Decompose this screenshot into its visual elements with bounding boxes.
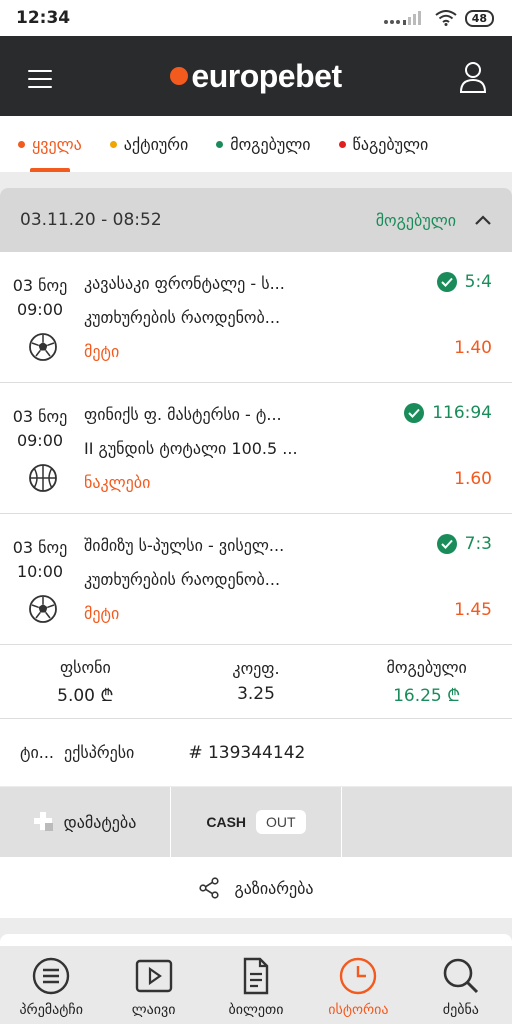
tab-active-label: აქტიური bbox=[123, 134, 189, 154]
tab-all-label: ყველა bbox=[32, 134, 82, 154]
share-button[interactable]: გაზიარება bbox=[0, 857, 512, 918]
nav-history[interactable]: ისტორია bbox=[307, 946, 409, 1024]
coef-label: კოეფ. bbox=[232, 659, 280, 678]
wifi-icon bbox=[435, 10, 457, 26]
event-odds: 1.45 bbox=[454, 600, 492, 620]
logo-dot-icon bbox=[170, 67, 189, 85]
event-market: კუთხურების რაოდენობ... bbox=[84, 570, 281, 589]
clock-icon bbox=[340, 957, 377, 995]
win-label: მოგებული bbox=[386, 657, 467, 677]
user-profile-icon[interactable] bbox=[458, 60, 488, 94]
check-circle-icon bbox=[436, 272, 457, 292]
play-icon bbox=[135, 959, 172, 993]
basketball-icon bbox=[29, 464, 57, 492]
add-button[interactable]: დამატება bbox=[0, 787, 171, 857]
status-time: 12:34 bbox=[16, 8, 71, 28]
search-icon bbox=[443, 958, 478, 994]
brand-logo[interactable]: europebet bbox=[170, 57, 342, 95]
nav-history-label: ისტორია bbox=[328, 1002, 389, 1018]
ticket-number: # 139344142 bbox=[188, 742, 306, 763]
event-day: 03 ნოე bbox=[12, 407, 68, 426]
battery-indicator: 48 bbox=[464, 9, 494, 27]
event-time: 09:00 bbox=[16, 431, 64, 450]
ticket-header[interactable]: 03.11.20 - 08:52 მოგებული bbox=[0, 188, 512, 252]
nav-search[interactable]: ძებნა bbox=[410, 946, 512, 1024]
bet-event-row[interactable]: 03 ნოე 10:00 შიმიზუ ს-პულსი - ვისელ... კ… bbox=[0, 514, 512, 645]
cash-label: CASH bbox=[206, 814, 247, 830]
list-icon bbox=[33, 957, 70, 995]
event-odds: 1.40 bbox=[454, 338, 492, 358]
ticket-filter-tabs: ყველა აქტიური მოგებული წაგებული bbox=[0, 116, 512, 172]
football-icon bbox=[29, 333, 57, 361]
stake-value: 5.00 ₾ bbox=[57, 685, 114, 706]
event-name: ფინიქს ფ. მასტერსი - ტ... bbox=[84, 405, 282, 424]
nav-live[interactable]: ლაივი bbox=[102, 946, 204, 1024]
tab-active[interactable]: აქტიური bbox=[109, 116, 189, 172]
event-time: 09:00 bbox=[16, 300, 64, 319]
nav-ticket[interactable]: ბილეთი bbox=[205, 946, 307, 1024]
tab-lost-dot-icon bbox=[338, 140, 346, 148]
stake-label: ფსონი bbox=[59, 657, 111, 677]
share-icon bbox=[199, 877, 220, 899]
event-odds: 1.60 bbox=[454, 469, 492, 489]
coef-value: 3.25 bbox=[237, 684, 275, 704]
share-label: გაზიარება bbox=[234, 878, 314, 898]
ticket-summary: ფსონი 5.00 ₾ კოეფ. 3.25 მოგებული 16.25 ₾ bbox=[0, 645, 512, 719]
event-score: 7:3 bbox=[464, 534, 492, 554]
event-name: შიმიზუ ს-პულსი - ვისელ... bbox=[84, 536, 285, 555]
chevron-up-icon[interactable] bbox=[474, 214, 492, 226]
out-label: OUT bbox=[256, 810, 306, 834]
ticket-actions: დამატება CASH OUT bbox=[0, 787, 512, 857]
ticket-status: მოგებული bbox=[375, 210, 456, 230]
tab-active-dot-icon bbox=[109, 140, 117, 148]
empty-action-slot bbox=[342, 787, 512, 857]
ticket-type-value: ექსპრესი bbox=[64, 743, 135, 762]
event-score: 116:94 bbox=[432, 403, 492, 423]
event-score: 5:4 bbox=[464, 272, 492, 292]
check-circle-icon bbox=[404, 403, 425, 423]
ticket-meta: ტი... ექსპრესი # 139344142 bbox=[0, 719, 512, 787]
nav-search-label: ძებნა bbox=[442, 1002, 479, 1018]
ticket-type-label: ტი... bbox=[20, 743, 55, 762]
nav-ticket-label: ბილეთი bbox=[228, 1002, 284, 1018]
event-time: 10:00 bbox=[16, 562, 64, 581]
app-header: europebet bbox=[0, 36, 512, 116]
ticket-date: 03.11.20 - 08:52 bbox=[20, 210, 162, 230]
signal-icon bbox=[383, 11, 421, 25]
check-circle-icon bbox=[436, 534, 457, 554]
hamburger-menu-icon[interactable] bbox=[28, 70, 52, 88]
event-pick: მეტი bbox=[84, 604, 120, 623]
add-button-label: დამატება bbox=[63, 812, 137, 832]
football-icon bbox=[29, 595, 57, 623]
status-bar: 12:34 48 bbox=[0, 0, 512, 36]
event-day: 03 ნოე bbox=[12, 276, 68, 295]
event-name: კავასაკი ფრონტალე - ს... bbox=[84, 274, 285, 293]
bet-ticket-card: 03.11.20 - 08:52 მოგებული 03 ნოე 09:00 კ… bbox=[0, 188, 512, 918]
event-market: კუთხურების რაოდენობ... bbox=[84, 308, 281, 327]
nav-prematch-label: პრემატჩი bbox=[19, 1002, 83, 1018]
add-plus-icon bbox=[33, 812, 53, 831]
event-day: 03 ნოე bbox=[12, 538, 68, 557]
event-market: II გუნდის ტოტალი 100.5 ... bbox=[84, 439, 298, 458]
nav-live-label: ლაივი bbox=[131, 1002, 176, 1018]
win-value: 16.25 ₾ bbox=[393, 685, 461, 706]
tab-won-dot-icon bbox=[216, 140, 224, 148]
tab-lost[interactable]: წაგებული bbox=[338, 116, 429, 172]
cash-out-button[interactable]: CASH OUT bbox=[171, 787, 342, 857]
event-pick: მეტი bbox=[84, 342, 120, 361]
tab-all[interactable]: ყველა bbox=[18, 116, 82, 172]
tab-lost-label: წაგებული bbox=[352, 134, 429, 154]
bottom-navigation: პრემატჩი ლაივი ბილეთი ისტორია ძებნა bbox=[0, 946, 512, 1024]
bet-event-row[interactable]: 03 ნოე 09:00 ფინიქს ფ. მასტერსი - ტ... I… bbox=[0, 383, 512, 514]
event-pick: ნაკლები bbox=[84, 473, 151, 492]
nav-prematch[interactable]: პრემატჩი bbox=[0, 946, 102, 1024]
ticket-icon bbox=[243, 957, 269, 995]
tab-won[interactable]: მოგებული bbox=[216, 116, 311, 172]
bet-event-row[interactable]: 03 ნოე 09:00 კავასაკი ფრონტალე - ს... კუ… bbox=[0, 252, 512, 383]
tab-won-label: მოგებული bbox=[230, 134, 311, 154]
tab-all-dot-icon bbox=[18, 140, 25, 148]
brand-name: europebet bbox=[191, 57, 342, 94]
